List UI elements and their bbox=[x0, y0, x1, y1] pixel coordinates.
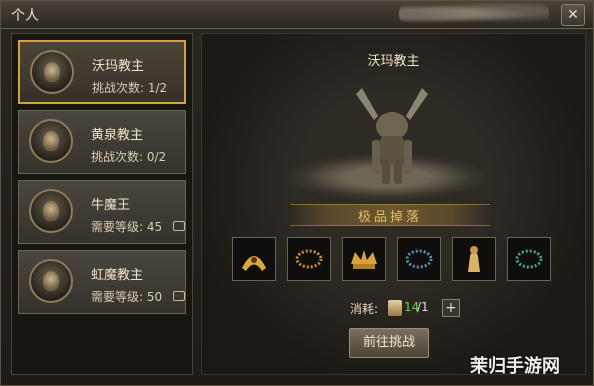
drop-item-slot[interactable] bbox=[507, 237, 551, 281]
boss-card-hongmo[interactable]: 虹魔教主 需要等级: 50 bbox=[18, 250, 186, 314]
drop-item-slot[interactable] bbox=[232, 237, 276, 281]
window-title: 个人 bbox=[11, 8, 39, 24]
bracelet-icon bbox=[405, 249, 433, 269]
helmet-icon bbox=[242, 256, 266, 271]
drop-item-slot[interactable] bbox=[397, 237, 441, 281]
boss-model-icon bbox=[356, 88, 428, 184]
boss-name: 黄泉教主 bbox=[91, 128, 144, 143]
close-button[interactable]: ✕ bbox=[561, 4, 585, 26]
bracelet-icon bbox=[515, 249, 543, 269]
boss-avatar-icon bbox=[29, 189, 73, 233]
boss-list: 沃玛教主 挑战次数: 1/2 黄泉教主 挑战次数: 0/2 牛魔王 需要等级: … bbox=[11, 33, 193, 375]
boss-card-woma[interactable]: 沃玛教主 挑战次数: 1/2 bbox=[18, 40, 186, 104]
boss-name: 虹魔教主 bbox=[91, 268, 144, 283]
scroll-icon bbox=[388, 300, 402, 316]
cost-label: 消耗: bbox=[350, 302, 379, 316]
challenge-count: 挑战次数: 0/2 bbox=[91, 150, 167, 164]
lock-icon bbox=[173, 221, 185, 231]
challenge-count: 挑战次数: 1/2 bbox=[92, 81, 168, 95]
drop-banner: 极品掉落 bbox=[290, 204, 490, 226]
boss-avatar-icon bbox=[29, 259, 73, 303]
drop-item-slot[interactable] bbox=[342, 237, 386, 281]
cost-total: /1 bbox=[417, 300, 429, 314]
bracelet-icon bbox=[295, 249, 323, 269]
boss-name: 牛魔王 bbox=[91, 198, 131, 213]
go-challenge-button[interactable]: 前往挑战 bbox=[349, 328, 429, 358]
crown-icon bbox=[351, 250, 377, 269]
boss-card-huangquan[interactable]: 黄泉教主 挑战次数: 0/2 bbox=[18, 110, 186, 174]
dragon-ornament-icon bbox=[399, 3, 549, 25]
watermark: 茉归手游网 bbox=[470, 356, 560, 377]
drop-item-slot[interactable] bbox=[452, 237, 496, 281]
boss-name: 沃玛教主 bbox=[92, 59, 145, 74]
drop-items bbox=[232, 237, 552, 283]
boss-avatar-icon bbox=[30, 50, 74, 94]
drop-title: 极品掉落 bbox=[357, 210, 422, 225]
add-button[interactable]: + bbox=[442, 299, 460, 317]
boss-card-niumo[interactable]: 牛魔王 需要等级: 45 bbox=[18, 180, 186, 244]
figure-icon bbox=[468, 246, 480, 272]
title-bar: 个人 ✕ bbox=[1, 1, 593, 29]
boss-avatar-icon bbox=[29, 119, 73, 163]
boss-detail-panel: 沃玛教主 极品掉落 消耗: 14 /1 + 前往挑战 bbox=[201, 33, 586, 375]
drop-item-slot[interactable] bbox=[287, 237, 331, 281]
lock-icon bbox=[173, 291, 185, 301]
boss-title: 沃玛教主 bbox=[367, 54, 420, 69]
required-level: 需要等级: 45 bbox=[91, 220, 163, 234]
boss-window: 个人 ✕ 沃玛教主 挑战次数: 1/2 黄泉教主 挑战次数: 0/2 牛魔王 需… bbox=[0, 0, 594, 386]
required-level: 需要等级: 50 bbox=[91, 290, 163, 304]
